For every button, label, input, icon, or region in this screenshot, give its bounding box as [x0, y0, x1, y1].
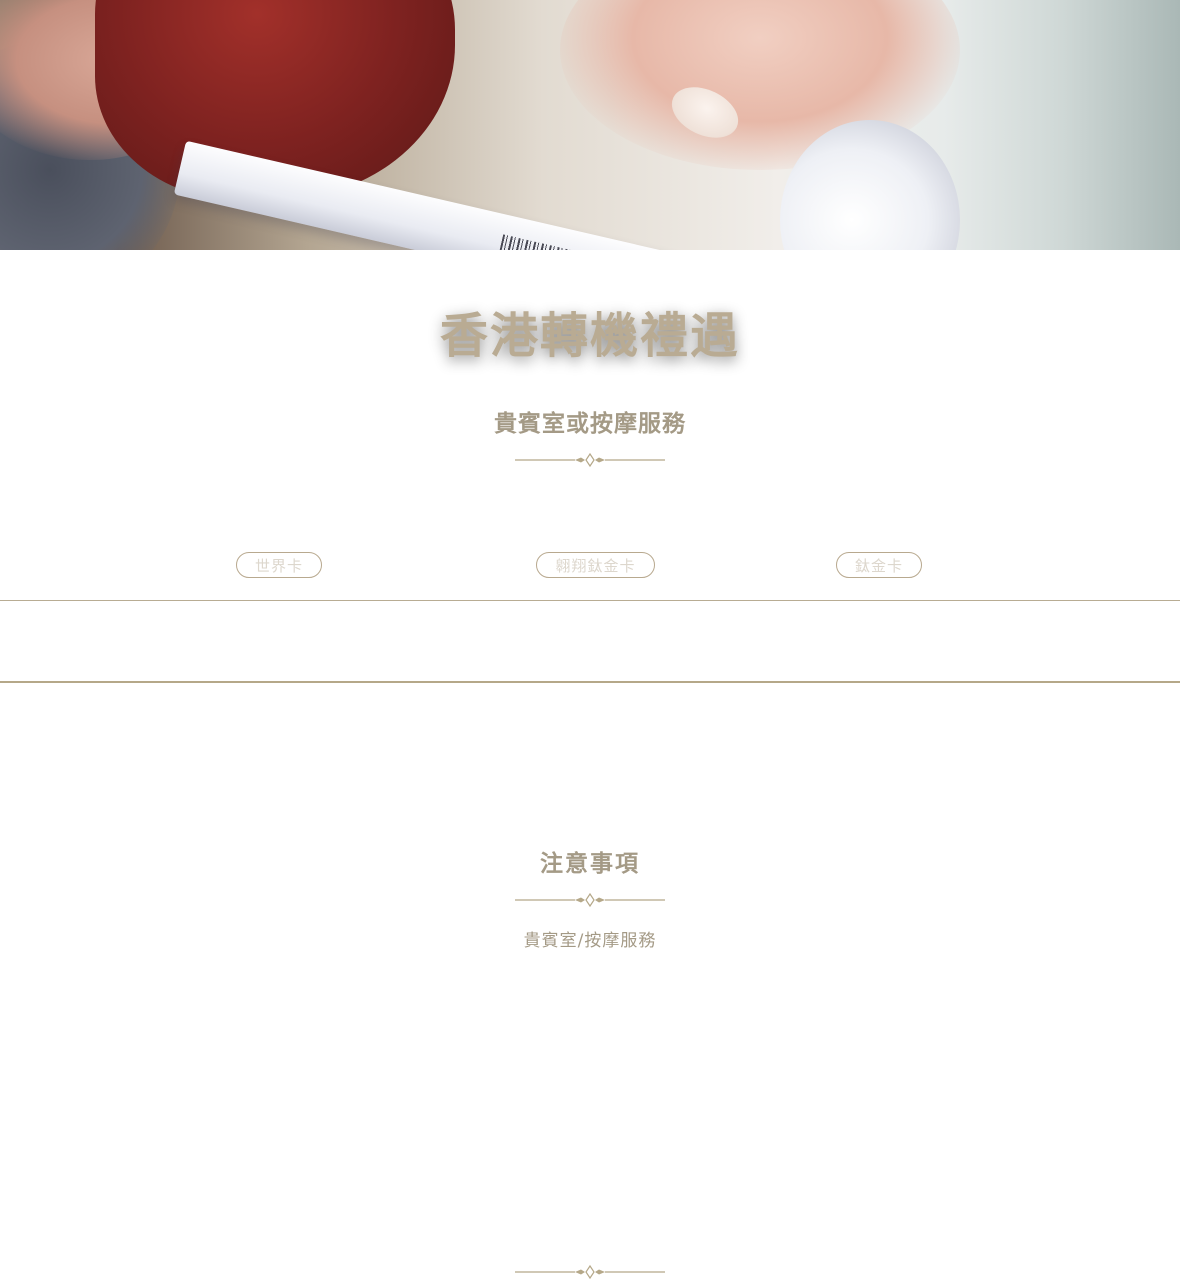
- hero-image: [0, 0, 1180, 250]
- tab-titanium-card[interactable]: 鈦金卡: [836, 552, 922, 578]
- divider-ornament-icon: [515, 452, 665, 468]
- card-tabs: 世界卡 翱翔鈦金卡 鈦金卡: [0, 552, 1180, 580]
- section-divider: [0, 681, 1180, 683]
- barcode-icon: [498, 234, 669, 250]
- page-title: 香港轉機禮遇: [439, 308, 740, 364]
- notes-subtitle: 貴賓室/按摩服務: [523, 931, 657, 951]
- notes-title: 注意事項: [540, 851, 640, 877]
- page: 香港轉機禮遇 貴賓室或按摩服務 世界卡 翱翔鈦金卡 鈦金卡 注意事項 貴賓室/按…: [0, 0, 1180, 1280]
- section-subtitle: 貴賓室或按摩服務: [494, 411, 686, 437]
- tab-titanium-plus-card[interactable]: 翱翔鈦金卡: [536, 552, 655, 578]
- tabs-divider: [0, 600, 1180, 601]
- divider-ornament-icon: [515, 1264, 665, 1280]
- divider-ornament-icon: [515, 892, 665, 908]
- tab-world-card[interactable]: 世界卡: [236, 552, 322, 578]
